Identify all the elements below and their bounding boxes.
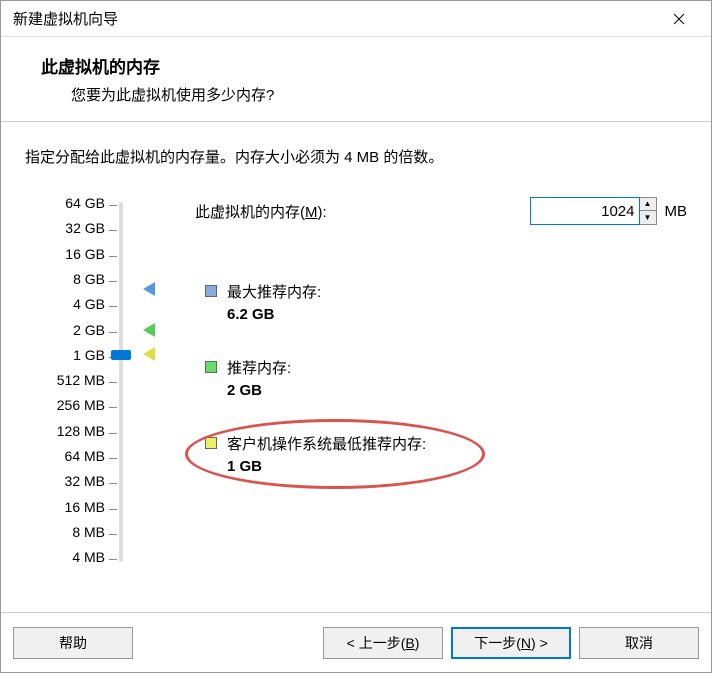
square-blue-icon (205, 285, 217, 297)
legend-rec-label: 推荐内存: (227, 357, 291, 378)
tick-line (109, 407, 117, 408)
memory-slider-area: 64 GB 32 GB 16 GB 8 GB 4 GB 2 GB 1 GB 512 MB 256… (25, 197, 175, 577)
page-title: 此虚拟机的内存 (41, 53, 687, 78)
cancel-button[interactable]: 取消 (579, 627, 699, 659)
tick-label: 16 MB (45, 499, 105, 515)
tick-line (109, 205, 117, 206)
memory-input-group: ▲ ▼ MB (530, 197, 688, 225)
recommended-marker-icon (143, 323, 155, 337)
legend-recommended: 推荐内存: 2 GB (205, 357, 291, 399)
tick-line (109, 382, 117, 383)
spinner-down-button[interactable]: ▼ (640, 211, 656, 224)
back-button[interactable]: < 上一步(B) (323, 627, 443, 659)
legend-max: 最大推荐内存: 6.2 GB (205, 281, 321, 323)
tick-label: 1 GB (45, 347, 105, 363)
memory-details: 此虚拟机的内存(M): ▲ ▼ MB 最大推荐内存: (175, 197, 687, 577)
memory-config-area: 64 GB 32 GB 16 GB 8 GB 4 GB 2 GB 1 GB 512 MB 256… (25, 197, 687, 577)
titlebar: 新建虚拟机向导 (1, 1, 711, 37)
legend-max-value: 6.2 GB (227, 306, 321, 323)
tick-label: 256 MB (45, 397, 105, 413)
tick-label: 8 MB (45, 524, 105, 540)
legend-min-value: 1 GB (227, 458, 426, 475)
slider-thumb[interactable] (111, 350, 131, 360)
tick-line (109, 230, 117, 231)
tick-label: 8 GB (45, 271, 105, 287)
instruction-text: 指定分配给此虚拟机的内存量。内存大小必须为 4 MB 的倍数。 (25, 146, 687, 167)
tick-line (109, 281, 117, 282)
tick-line (109, 483, 117, 484)
tick-line (109, 256, 117, 257)
legend-min-label: 客户机操作系统最低推荐内存: (227, 433, 426, 454)
legend-min: 客户机操作系统最低推荐内存: 1 GB (205, 433, 426, 475)
window-title: 新建虚拟机向导 (13, 8, 118, 29)
tick-label: 64 GB (45, 195, 105, 211)
next-button[interactable]: 下一步(N) > (451, 627, 571, 659)
wizard-header: 此虚拟机的内存 您要为此虚拟机使用多少内存? (1, 37, 711, 122)
tick-label: 32 GB (45, 220, 105, 236)
memory-slider[interactable] (119, 202, 123, 562)
tick-label: 512 MB (45, 372, 105, 388)
memory-input-row: 此虚拟机的内存(M): ▲ ▼ MB (195, 197, 687, 225)
tick-label: 32 MB (45, 473, 105, 489)
content-area: 指定分配给此虚拟机的内存量。内存大小必须为 4 MB 的倍数。 64 GB 32 … (1, 122, 711, 612)
legend-rec-value: 2 GB (227, 382, 291, 399)
max-marker-icon (143, 282, 155, 296)
tick-label: 128 MB (45, 423, 105, 439)
square-green-icon (205, 361, 217, 373)
tick-label: 2 GB (45, 322, 105, 338)
tick-line (109, 534, 117, 535)
tick-line (109, 332, 117, 333)
tick-label: 4 GB (45, 296, 105, 312)
memory-label: 此虚拟机的内存(M): (195, 201, 530, 222)
min-marker-icon (143, 347, 155, 361)
spinner-up-button[interactable]: ▲ (640, 198, 656, 211)
tick-line (109, 559, 117, 560)
tick-label: 4 MB (45, 549, 105, 565)
close-button[interactable] (659, 4, 699, 34)
memory-unit: MB (665, 203, 688, 220)
tick-line (109, 306, 117, 307)
wizard-footer: 帮助 < 上一步(B) 下一步(N) > 取消 (1, 612, 711, 672)
help-button[interactable]: 帮助 (13, 627, 133, 659)
memory-spinner: ▲ ▼ (640, 197, 657, 225)
tick-label: 64 MB (45, 448, 105, 464)
tick-line (109, 509, 117, 510)
tick-label: 16 GB (45, 246, 105, 262)
page-subtitle: 您要为此虚拟机使用多少内存? (41, 84, 687, 105)
tick-line (109, 433, 117, 434)
tick-line (109, 458, 117, 459)
memory-input[interactable] (530, 197, 640, 225)
legend-max-label: 最大推荐内存: (227, 281, 321, 302)
close-icon (673, 13, 685, 25)
wizard-window: 新建虚拟机向导 此虚拟机的内存 您要为此虚拟机使用多少内存? 指定分配给此虚拟机… (0, 0, 712, 673)
square-yellow-icon (205, 437, 217, 449)
